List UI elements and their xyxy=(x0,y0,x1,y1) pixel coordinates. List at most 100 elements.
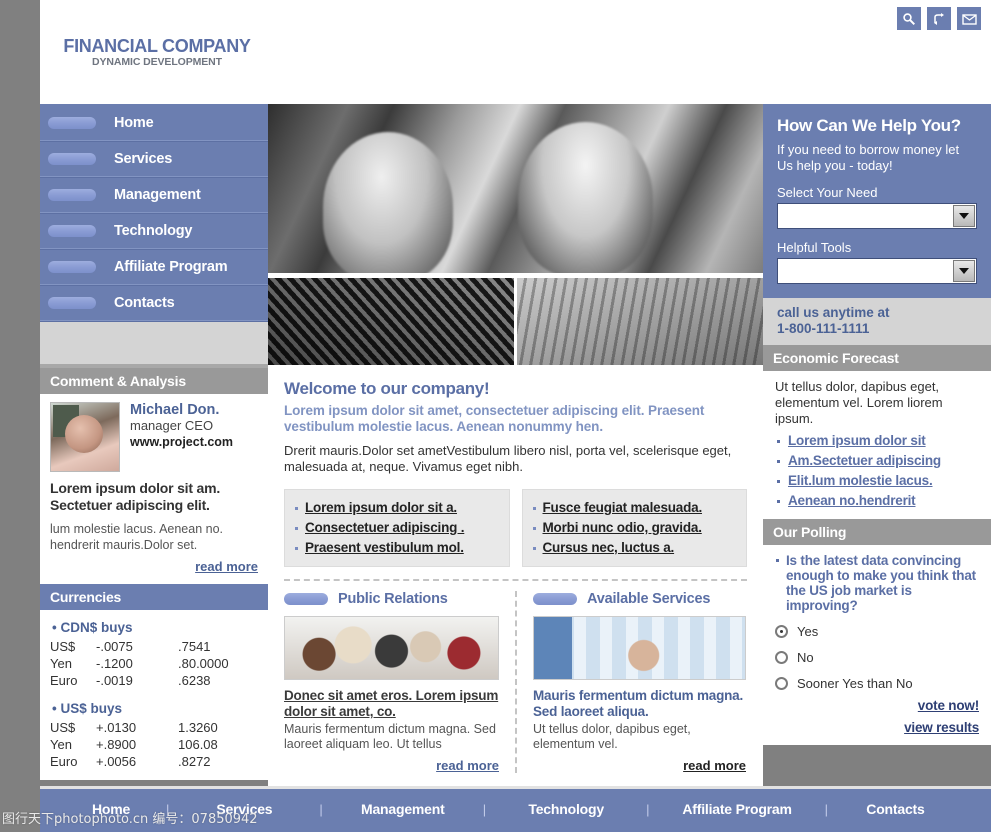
vote-now-button[interactable]: vote now! xyxy=(775,698,979,713)
nav-item-services[interactable]: Services xyxy=(40,141,268,177)
bullet-pill-icon xyxy=(48,189,96,201)
nav-item-contacts[interactable]: Contacts xyxy=(40,285,268,321)
hero-businessmen-photo xyxy=(268,104,763,273)
help-panel: How Can We Help You? If you need to borr… xyxy=(763,104,991,298)
forecast-link: Aenean no.hendrerit xyxy=(788,493,916,508)
radio-button-icon[interactable] xyxy=(775,677,788,690)
list-item[interactable]: Consectetuer adipiscing . xyxy=(293,518,503,538)
nav-label: Technology xyxy=(114,223,193,239)
footer-link-affiliate-program[interactable]: Affiliate Program xyxy=(650,801,825,817)
poll-question: Is the latest data convincing enough to … xyxy=(775,553,979,613)
table-row: Euro -.0019 .6238 xyxy=(50,672,258,689)
helpful-tools-dropdown[interactable] xyxy=(777,258,977,284)
welcome-lead: Lorem ipsum dolor sit amet, consectetuer… xyxy=(284,403,705,434)
bullet-pill-icon xyxy=(533,593,577,605)
nav-label: Management xyxy=(114,187,201,203)
radio-button-icon[interactable] xyxy=(775,651,788,664)
list-item[interactable]: Morbi nunc odio, gravida. xyxy=(531,518,741,538)
hero-keyboard-photo xyxy=(517,278,763,365)
feature-title: Public Relations xyxy=(338,591,448,607)
list-item[interactable]: Lorem ipsum dolor sit xyxy=(775,431,979,451)
poll-option-no[interactable]: No xyxy=(775,650,979,665)
forecast-link: Elit.lum molestie lacus. xyxy=(788,473,933,488)
select-need-label: Select Your Need xyxy=(777,185,878,200)
help-text: If you need to borrow money let Us help … xyxy=(777,142,960,173)
search-icon[interactable] xyxy=(897,7,921,30)
currency-rate: .8272 xyxy=(178,754,211,769)
brand-tagline: DYNAMIC DEVELOPMENT xyxy=(92,56,222,68)
nav-item-home[interactable]: Home xyxy=(40,106,268,141)
forecast-link: Am.Sectetuer adipiscing xyxy=(788,453,941,468)
person-block: Michael Don. manager CEO www.project.com xyxy=(50,402,258,472)
welcome-section: Welcome to our company! Lorem ipsum dolo… xyxy=(268,365,763,567)
currencies-panel-title: Currencies xyxy=(40,584,268,610)
hero-top-spacer xyxy=(268,0,763,104)
poll-option-label: Sooner Yes than No xyxy=(797,676,913,691)
economic-forecast-title: Economic Forecast xyxy=(763,345,991,371)
currency-change: +.0130 xyxy=(96,720,137,735)
list-item[interactable]: Lorem ipsum dolor sit a. xyxy=(293,498,503,518)
currency-group-heading: • CDN$ buys xyxy=(52,620,133,635)
person-role: manager CEO xyxy=(130,418,214,433)
currency-rate: .7541 xyxy=(178,639,211,654)
footer-link-technology[interactable]: Technology xyxy=(486,801,646,817)
hero-thumbnails xyxy=(268,278,763,365)
list-item[interactable]: Am.Sectetuer adipiscing xyxy=(775,451,979,471)
currency-rate: 106.08 xyxy=(178,737,218,752)
person-name: Michael Don. xyxy=(130,402,220,418)
welcome-links-left: Lorem ipsum dolor sit a. Consectetuer ad… xyxy=(284,489,510,567)
view-results-link[interactable]: view results xyxy=(775,720,979,735)
chevron-down-icon[interactable] xyxy=(953,260,975,282)
list-item[interactable]: Elit.lum molestie lacus. xyxy=(775,471,979,491)
poll-option-label: Yes xyxy=(797,624,819,639)
feature-lead[interactable]: Mauris fermentum dictum magna. Sed laore… xyxy=(533,688,746,720)
bullet-pill-icon xyxy=(284,593,328,605)
bullet-pill-icon xyxy=(48,261,96,273)
economic-forecast-body: Ut tellus dolor, dapibus eget, elementum… xyxy=(763,371,991,519)
comment-read-more-link[interactable]: read more xyxy=(50,559,258,574)
chevron-down-icon[interactable] xyxy=(953,205,975,227)
table-row: Yen +.8900 106.08 xyxy=(50,736,258,753)
currency-rate: .80.0000 xyxy=(178,656,229,671)
nav-filler xyxy=(40,321,268,364)
person-website[interactable]: www.project.com xyxy=(130,434,233,451)
radio-button-icon[interactable] xyxy=(775,625,788,638)
welcome-link: Lorem ipsum dolor sit a. xyxy=(305,500,457,515)
currency-name: Yen xyxy=(50,737,72,752)
left-column: FINANCIAL COMPANY DYNAMIC DEVELOPMENT Ho… xyxy=(40,0,268,786)
welcome-link: Cursus nec, luctus a. xyxy=(542,540,675,555)
economic-forecast-links: Lorem ipsum dolor sit Am.Sectetuer adipi… xyxy=(775,431,979,511)
currency-name: Yen xyxy=(50,656,72,671)
feature-read-more-link[interactable]: read more xyxy=(533,758,746,773)
feature-read-more-link[interactable]: read more xyxy=(284,758,499,773)
comment-panel-body: Michael Don. manager CEO www.project.com… xyxy=(40,394,268,584)
main-column: Welcome to our company! Lorem ipsum dolo… xyxy=(268,0,763,786)
nav-label: Contacts xyxy=(114,295,175,311)
feature-body: Mauris fermentum dictum magna. Sed laore… xyxy=(284,722,496,751)
polling-title: Our Polling xyxy=(763,519,991,545)
features-section: Public Relations Donec sit amet eros. Lo… xyxy=(268,591,763,773)
footer-link-contacts[interactable]: Contacts xyxy=(828,801,963,817)
nav-item-affiliate-program[interactable]: Affiliate Program xyxy=(40,249,268,285)
list-item[interactable]: Fusce feugiat malesuada. xyxy=(531,498,741,518)
nav-item-management[interactable]: Management xyxy=(40,177,268,213)
helpful-tools-label: Helpful Tools xyxy=(777,240,852,255)
table-row: Euro +.0056 .8272 xyxy=(50,753,258,770)
list-item[interactable]: Praesent vestibulum mol. xyxy=(293,538,503,558)
currency-table-cdn: US$ -.0075 .7541 Yen -.1200 .80.0000 Eur… xyxy=(50,638,258,689)
table-row: Yen -.1200 .80.0000 xyxy=(50,655,258,672)
poll-option-sooner-yes[interactable]: Sooner Yes than No xyxy=(775,676,979,691)
poll-option-yes[interactable]: Yes xyxy=(775,624,979,639)
nav-item-technology[interactable]: Technology xyxy=(40,213,268,249)
select-need-dropdown[interactable] xyxy=(777,203,977,229)
currency-name: Euro xyxy=(50,673,78,688)
mail-icon[interactable] xyxy=(957,7,981,30)
list-item[interactable]: Aenean no.hendrerit xyxy=(775,491,979,511)
list-item[interactable]: Cursus nec, luctus a. xyxy=(531,538,741,558)
feature-lead[interactable]: Donec sit amet eros. Lorem ipsum dolor s… xyxy=(284,688,499,720)
sitemap-icon[interactable] xyxy=(927,7,951,30)
welcome-link: Consectetuer adipiscing . xyxy=(305,520,465,535)
footer-link-management[interactable]: Management xyxy=(323,801,483,817)
poll-option-label: No xyxy=(797,650,814,665)
